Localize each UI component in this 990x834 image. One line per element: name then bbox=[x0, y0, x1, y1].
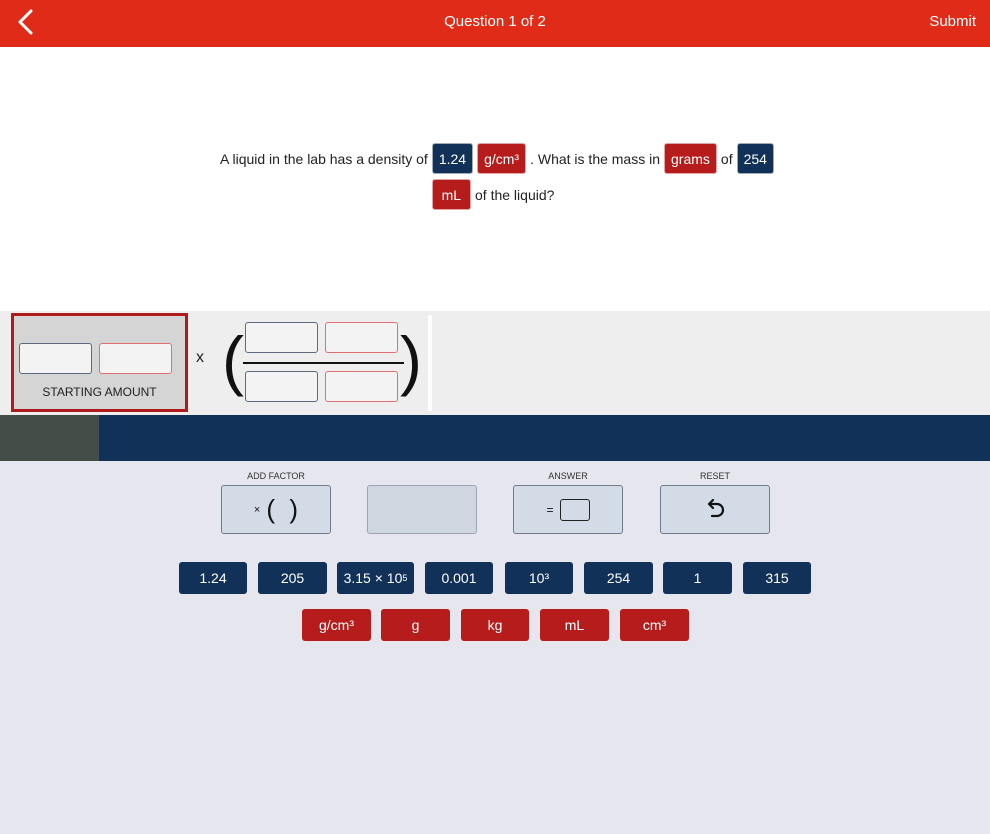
number-tile[interactable]: 254 bbox=[584, 562, 653, 594]
number-tile[interactable]: 1 bbox=[663, 562, 732, 594]
reset-button[interactable] bbox=[660, 485, 770, 534]
left-parenthesis: ( bbox=[222, 323, 244, 397]
starting-value-slot[interactable] bbox=[19, 343, 92, 374]
starting-amount-box[interactable]: STARTING AMOUNT bbox=[11, 313, 188, 412]
question-line-1: A liquid in the lab has a density of 1.2… bbox=[0, 143, 990, 174]
density-value-chip: 1.24 bbox=[431, 143, 474, 174]
number-tile[interactable]: 1.24 bbox=[179, 562, 247, 594]
factor-icon: ×( ) bbox=[253, 494, 299, 524]
unit-tile[interactable]: g/cm³ bbox=[302, 609, 371, 641]
volume-value-chip: 254 bbox=[736, 143, 774, 174]
unit-tile[interactable]: mL bbox=[540, 609, 609, 641]
volume-unit-chip: mL bbox=[431, 179, 472, 210]
add-factor-label: ADD FACTOR bbox=[247, 471, 305, 481]
question-line-2: mL of the liquid? bbox=[0, 179, 990, 210]
submit-button[interactable]: Submit bbox=[929, 13, 976, 30]
fraction-bar bbox=[243, 362, 404, 364]
number-tile[interactable]: 205 bbox=[258, 562, 327, 594]
target-unit-chip: grams bbox=[664, 143, 717, 174]
progress-bar-segment bbox=[0, 415, 99, 461]
unit-tile[interactable]: g bbox=[381, 609, 450, 641]
answer-icon: = bbox=[546, 498, 590, 521]
top-bar: Question 1 of 2 Submit bbox=[0, 0, 990, 47]
answer-button[interactable]: = bbox=[513, 485, 623, 534]
number-tile[interactable]: 0.001 bbox=[425, 562, 493, 594]
progress-bar bbox=[0, 415, 990, 461]
question-text-part1: A liquid in the lab has a density of bbox=[220, 150, 428, 167]
number-tile[interactable]: 3.15 × 10 5 bbox=[337, 562, 414, 594]
right-parenthesis: ) bbox=[400, 323, 422, 397]
number-tile[interactable]: 10³ bbox=[505, 562, 573, 594]
question-text-part4: of the liquid? bbox=[475, 186, 555, 203]
unit-tile[interactable]: cm³ bbox=[620, 609, 689, 641]
factor-denominator-unit-slot[interactable] bbox=[325, 371, 398, 402]
answer-label: ANSWER bbox=[548, 471, 588, 481]
question-text-part3: of bbox=[720, 150, 733, 167]
starting-amount-label: STARTING AMOUNT bbox=[42, 385, 157, 399]
tile-palette: ADD FACTOR ×( ) ANSWER = RESET 1.24 205 … bbox=[0, 461, 990, 834]
blank-tool-button[interactable] bbox=[367, 485, 477, 534]
multiply-sign: x bbox=[196, 349, 204, 366]
question-panel: A liquid in the lab has a density of 1.2… bbox=[0, 47, 990, 311]
question-text-part2: . What is the mass in bbox=[530, 150, 661, 167]
equation-workspace: STARTING AMOUNT x ( ) bbox=[0, 311, 990, 415]
number-tile[interactable]: 315 bbox=[743, 562, 811, 594]
starting-unit-slot[interactable] bbox=[99, 343, 172, 374]
factor-numerator-value-slot[interactable] bbox=[245, 322, 318, 353]
undo-icon bbox=[707, 498, 725, 517]
add-factor-button[interactable]: ×( ) bbox=[221, 485, 331, 534]
reset-label: RESET bbox=[699, 471, 730, 481]
page-title: Question 1 of 2 bbox=[444, 13, 546, 30]
factor-denominator-value-slot[interactable] bbox=[245, 371, 318, 402]
workspace-divider bbox=[428, 315, 432, 411]
density-unit-chip: g/cm³ bbox=[477, 143, 527, 174]
factor-numerator-unit-slot[interactable] bbox=[325, 322, 398, 353]
unit-tile[interactable]: kg bbox=[461, 609, 529, 641]
